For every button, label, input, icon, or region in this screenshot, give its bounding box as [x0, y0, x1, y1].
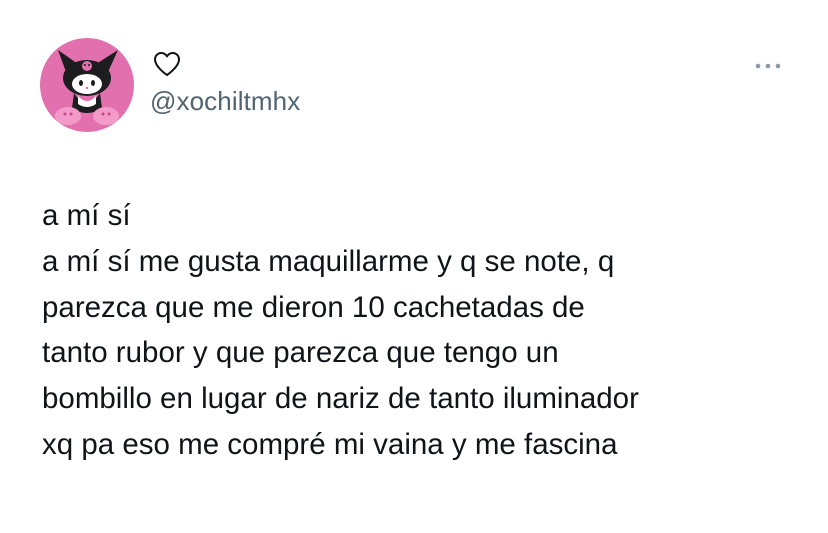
tweet-line: bombillo en lugar de nariz de tanto ilum… — [42, 382, 639, 416]
tweet-line: parezca que me dieron 10 cachetadas de — [42, 290, 585, 324]
tweet-line: xq pa eso me compré mi vaina y me fascin… — [42, 427, 618, 461]
tweet-text: a mí sí a mí sí me gusta maquillarme y q… — [42, 193, 812, 468]
user-handle[interactable]: @xochiltmhx — [150, 86, 300, 117]
tweet-line: a mí sí — [42, 199, 131, 232]
avatar[interactable] — [40, 38, 134, 132]
tweet-line: a mí sí me gusta maquillarme y q se note… — [42, 244, 615, 278]
heart-outline-icon[interactable] — [151, 48, 183, 80]
kuromi-avatar-icon — [55, 50, 119, 125]
more-options-icon[interactable] — [752, 56, 786, 76]
tweet-line: tanto rubor y que parezca que tengo un — [42, 336, 559, 370]
